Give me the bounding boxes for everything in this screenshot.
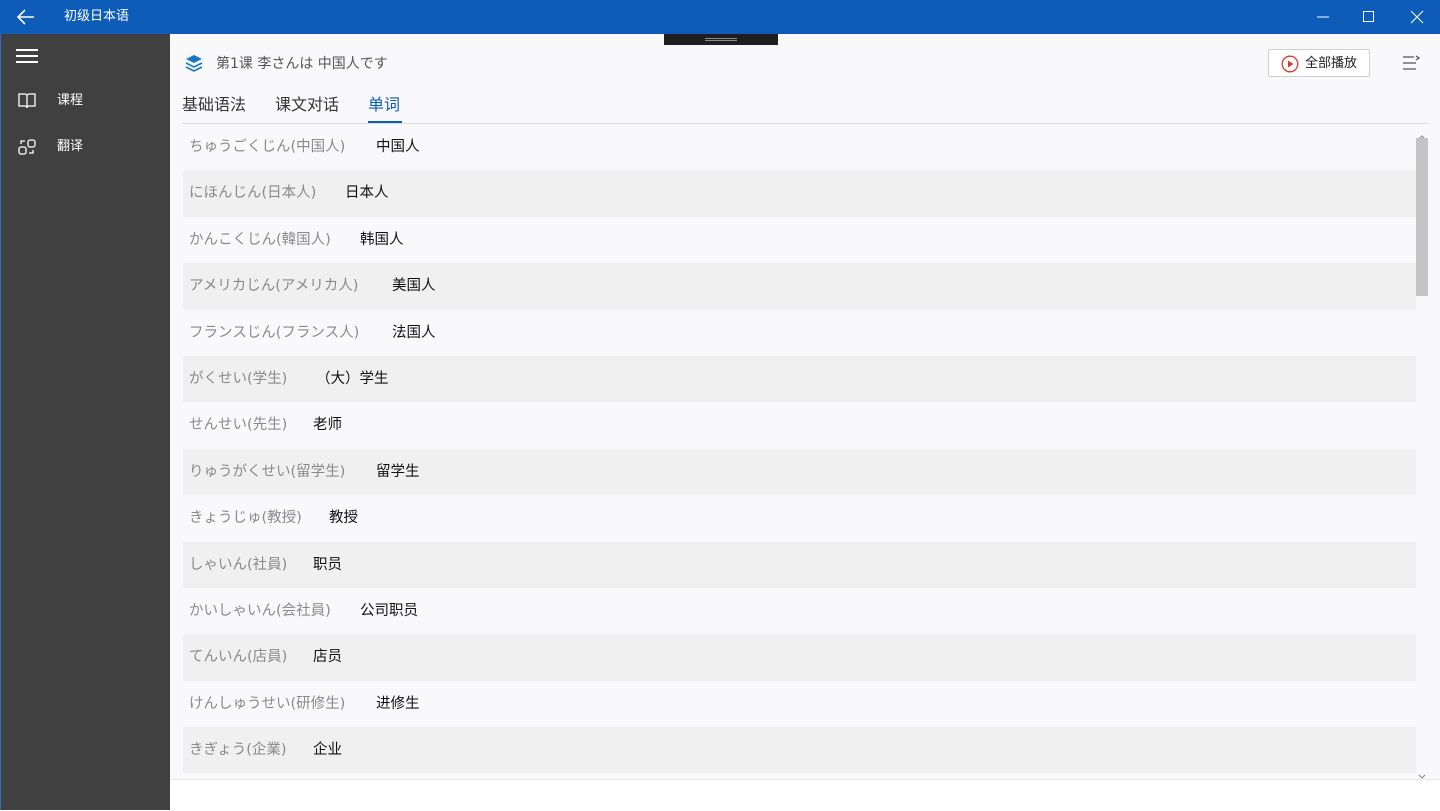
vocab-row[interactable]: りゅうがくせい(留学生) 留学生: [183, 448, 1416, 496]
vocab-kana: かいしゃいん(会社員): [189, 602, 331, 619]
book-icon: [17, 91, 37, 111]
vocab-meaning: 法国人: [392, 324, 436, 341]
vocab-kana: がくせい(学生): [189, 370, 288, 387]
tab-dialogue[interactable]: 课文对话: [275, 94, 339, 116]
vocab-meaning: （大）学生: [316, 370, 389, 387]
vocab-kana: かんこくじん(韓国人): [189, 231, 331, 248]
vocab-kana: にほんじん(日本人): [189, 185, 317, 202]
scroll-thumb[interactable]: [1416, 138, 1428, 296]
vocab-row[interactable]: フランスじん(フランス人) 法国人: [183, 310, 1416, 356]
vocab-row[interactable]: けんしゅうせい(研修生) 进修生: [183, 681, 1416, 727]
vocab-meaning: 韩国人: [360, 231, 404, 248]
drag-handle[interactable]: [664, 34, 778, 45]
play-circle-icon: [1281, 55, 1299, 73]
sidebar: 课程 翻译: [0, 34, 170, 810]
title-bar: 初级日本语: [0, 0, 1440, 34]
play-all-label: 全部播放: [1305, 56, 1358, 71]
back-arrow-icon[interactable]: [16, 8, 36, 26]
vocab-kana: しゃいん(社員): [189, 556, 288, 573]
close-button[interactable]: [1394, 0, 1440, 34]
vocab-meaning: 美国人: [392, 278, 436, 295]
vocab-kana: アメリカじん(アメリカ人): [189, 278, 359, 295]
translate-icon: [17, 137, 37, 157]
vocab-list: ちゅうごくじん(中国人) 中国人にほんじん(日本人) 日本人かんこくじん(韓国人) 韩…: [183, 124, 1416, 774]
vocab-row[interactable]: かいしゃいん(会社員) 公司职员: [183, 588, 1416, 634]
vocab-row[interactable]: きぎょう(企業) 企业: [183, 727, 1416, 774]
sidebar-item-label: 课程: [57, 93, 84, 108]
vocab-kana: りゅうがくせい(留学生): [189, 463, 346, 480]
hamburger-menu-icon[interactable]: [16, 48, 38, 64]
sidebar-item-translate[interactable]: 翻译: [1, 127, 170, 167]
vocab-meaning: 进修生: [376, 695, 420, 712]
sidebar-item-course[interactable]: 课程: [1, 81, 170, 121]
scroll-up-icon[interactable]: [1418, 126, 1426, 140]
vocab-row[interactable]: しゃいん(社員) 职员: [183, 541, 1416, 588]
window-title: 初级日本语: [64, 9, 130, 24]
vocab-meaning: 公司职员: [360, 602, 418, 619]
vocab-kana: せんせい(先生): [189, 417, 288, 434]
vocab-meaning: 中国人: [376, 139, 420, 155]
sidebar-item-label: 翻译: [57, 139, 84, 154]
scroll-down-icon[interactable]: [1418, 766, 1426, 779]
vocab-kana: ちゅうごくじん(中国人): [189, 139, 346, 155]
minimize-button[interactable]: [1300, 0, 1346, 34]
tab-vocabulary[interactable]: 单词: [368, 94, 400, 116]
vocab-row[interactable]: アメリカじん(アメリカ人) 美国人: [183, 263, 1416, 310]
vocab-meaning: 留学生: [376, 463, 420, 480]
vocab-meaning: 企业: [313, 742, 342, 759]
vocab-kana: けんしゅうせい(研修生): [189, 695, 346, 712]
vocab-meaning: 老师: [313, 417, 342, 434]
vocab-row[interactable]: にほんじん(日本人) 日本人: [183, 170, 1416, 217]
vocab-meaning: 日本人: [345, 185, 389, 202]
vocab-kana: きょうじゅ(教授): [189, 510, 302, 527]
vocab-meaning: 教授: [329, 510, 358, 527]
vocab-kana: フランスじん(フランス人): [189, 324, 360, 341]
vocab-row[interactable]: きょうじゅ(教授) 教授: [183, 495, 1416, 541]
maximize-button[interactable]: [1346, 0, 1392, 34]
vocab-row[interactable]: せんせい(先生) 老师: [183, 402, 1416, 448]
bottom-bar: [170, 779, 1440, 811]
lesson-title: 第1课 李さんは 中国人です: [216, 56, 388, 72]
play-all-button[interactable]: 全部播放: [1268, 49, 1370, 77]
list-options-icon[interactable]: [1402, 55, 1421, 71]
scrollbar[interactable]: [1416, 124, 1428, 779]
vocab-row[interactable]: かんこくじん(韓国人) 韩国人: [183, 217, 1416, 263]
vocab-kana: きぎょう(企業): [189, 742, 287, 759]
vocab-kana: てんいん(店員): [189, 649, 288, 666]
vocab-row[interactable]: てんいん(店員) 店员: [183, 634, 1416, 681]
vocab-meaning: 店员: [313, 649, 342, 666]
vocab-meaning: 职员: [313, 556, 342, 573]
main-content: 第1课 李さんは 中国人です 全部播放 基础语法 课文对话 单词 ちゅうごくじん…: [170, 34, 1440, 811]
tab-grammar[interactable]: 基础语法: [182, 94, 246, 116]
vocab-row[interactable]: がくせい(学生) （大）学生: [183, 355, 1416, 403]
vocab-row[interactable]: ちゅうごくじん(中国人) 中国人: [183, 124, 1416, 170]
layers-icon: [184, 53, 204, 73]
